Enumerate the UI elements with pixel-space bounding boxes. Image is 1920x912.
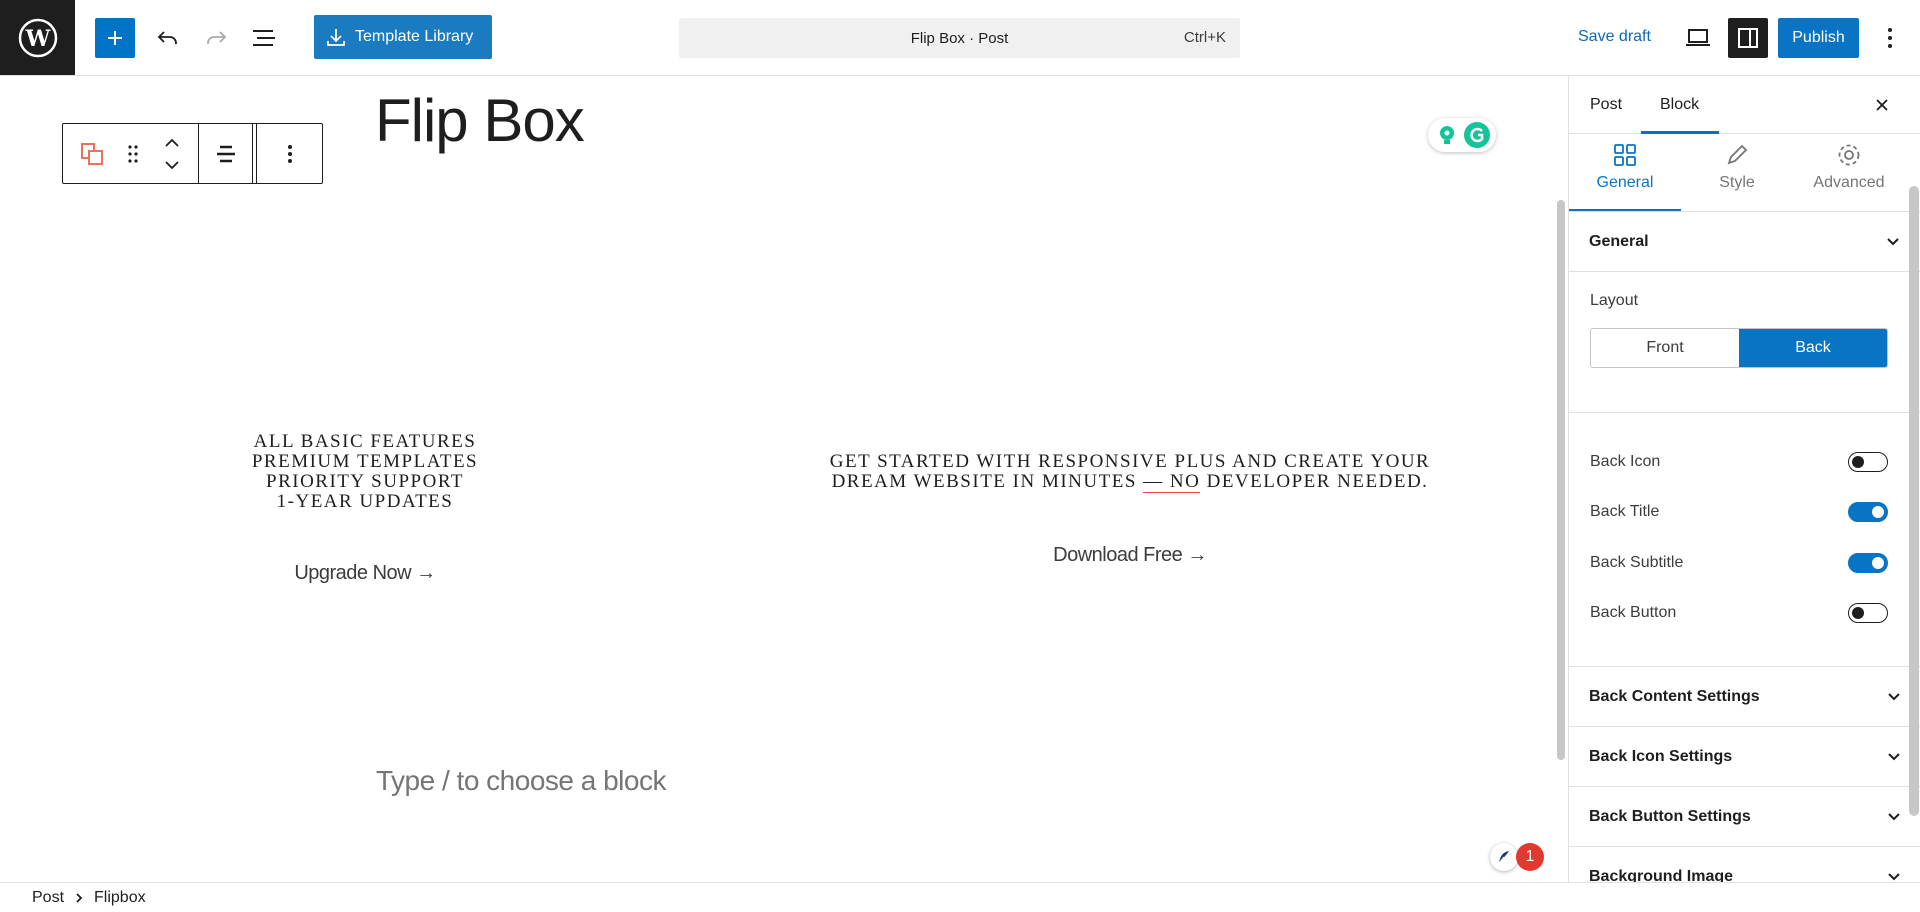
back-subtitle-row: Back Subtitle [1590,551,1888,575]
breadcrumb-root[interactable]: Post [32,889,64,907]
general-panel-toggle[interactable]: General [1569,212,1920,272]
flipbox-right-line-2: DREAM WEBSITE IN MINUTES — NO DEVELOPER … [831,471,1429,493]
notification-widget[interactable]: 1 [1490,842,1550,872]
template-library-label: Template Library [355,28,474,45]
tab-post[interactable]: Post [1590,96,1622,114]
chevron-down-icon [1888,812,1900,820]
feather-icon[interactable] [1490,843,1518,871]
back-title-row: Back Title [1590,500,1888,524]
download-icon [327,29,345,46]
chevron-down-icon [1888,752,1900,760]
inspector-tabs: General Style Advanced [1569,134,1920,212]
undo-icon [157,31,177,44]
options-menu-button[interactable] [1870,18,1910,58]
download-free-button[interactable]: Download Free → [780,544,1480,567]
back-icon-toggle[interactable] [1848,452,1888,472]
back-button-toggle[interactable] [1848,603,1888,623]
feature-line: 1-YEAR UPDATES [276,491,454,512]
document-title: Flip Box · Post [910,29,1009,47]
vertical-ellipsis-icon [287,144,292,163]
layout-switcher: Front Back [1590,328,1888,368]
back-title-toggle[interactable] [1848,502,1888,522]
sidebar-icon [1738,28,1758,48]
block-controls [63,124,199,183]
move-up-down-icon[interactable] [162,134,182,174]
back-button-settings-toggle[interactable]: Back Button Settings [1569,786,1920,846]
tab-block[interactable]: Block [1660,96,1699,114]
block-placeholder[interactable]: Type / to choose a block [376,765,666,797]
redo-icon [207,31,227,44]
align-button[interactable] [199,124,253,183]
back-button-row: Back Button [1590,601,1888,625]
grammarly-icon[interactable] [1464,122,1490,148]
layout-label: Layout [1590,292,1639,309]
command-palette-bar[interactable]: Flip Box · Post Ctrl+K [679,18,1240,58]
block-toolbar [62,123,323,184]
plus-icon [108,31,122,45]
tab-style[interactable]: Style [1681,134,1793,211]
desktop-view-icon [1686,29,1710,46]
redo-button[interactable] [196,18,236,58]
feature-line: ALL BASIC FEATURES [253,431,477,452]
add-block-button[interactable] [95,18,135,58]
upgrade-now-button[interactable]: Upgrade Now → [200,562,530,585]
flipbox-left-content: ALL BASIC FEATURES PREMIUM TEMPLATES PRI… [200,432,530,512]
close-icon [1876,99,1888,111]
back-content-settings-toggle[interactable]: Back Content Settings [1569,666,1920,726]
post-title[interactable]: Flip Box [375,86,585,155]
spellcheck-underline: — NO [1143,471,1201,493]
pencil-icon [1727,144,1748,165]
flipbox-right-line-1: GET STARTED WITH RESPONSIVE PLUS AND CRE… [829,451,1431,472]
flipbox-block-icon[interactable] [79,141,105,167]
align-center-icon [216,145,235,162]
back-icon-settings-toggle[interactable]: Back Icon Settings [1569,726,1920,786]
chevron-down-icon [1888,692,1900,700]
shortcut-hint: Ctrl+K [1183,29,1226,46]
list-view-icon [253,30,275,46]
notification-badge: 1 [1516,843,1544,871]
breadcrumb-current[interactable]: Flipbox [94,889,146,907]
chevron-right-icon [76,892,83,903]
svg-text:W: W [24,26,50,52]
chevron-down-icon [1888,872,1900,880]
preview-button[interactable] [1678,18,1718,58]
vertical-ellipsis-icon [1888,28,1892,48]
canvas-scrollbar[interactable] [1557,200,1565,760]
feature-line: PREMIUM TEMPLATES [251,451,479,472]
undo-button[interactable] [148,18,188,58]
save-draft-button[interactable]: Save draft [1578,28,1651,46]
feature-line: PRIORITY SUPPORT [266,471,464,492]
close-sidebar-button[interactable] [1869,92,1895,118]
back-icon-row: Back Icon [1590,450,1888,474]
settings-sidebar-toggle[interactable] [1728,18,1768,58]
wordpress-logo-icon[interactable]: W [0,0,75,75]
breadcrumb: Post Flipbox [0,882,1920,912]
background-image-toggle[interactable]: Background Image [1569,846,1920,882]
block-options-button[interactable] [257,124,322,183]
layout-front-option[interactable]: Front [1591,329,1739,367]
chevron-down-icon [1887,237,1899,245]
grid-icon [1614,144,1636,166]
editor-canvas: Flip Box ALL BASIC FEATURES PREMIUM TEMP… [0,76,1568,882]
tab-general[interactable]: General [1569,134,1681,211]
settings-sidebar: Post Block General Style Advanced Genera… [1568,76,1920,882]
tab-advanced[interactable]: Advanced [1793,134,1905,211]
drag-handle-icon[interactable] [126,143,140,165]
back-subtitle-toggle[interactable] [1848,553,1888,573]
sidebar-scrollbar[interactable] [1909,186,1919,816]
sidebar-tabs: Post Block [1569,76,1920,134]
document-overview-button[interactable] [244,18,284,58]
publish-button[interactable]: Publish [1778,18,1859,58]
top-toolbar: W Template Library Flip Box · Post Ctrl+… [0,0,1920,76]
flipbox-right-content: GET STARTED WITH RESPONSIVE PLUS AND CRE… [780,451,1480,493]
gear-icon [1838,144,1860,166]
template-library-button[interactable]: Template Library [314,15,492,59]
layout-back-option[interactable]: Back [1739,329,1887,367]
lightbulb-icon[interactable] [1434,122,1460,148]
grammarly-widget[interactable] [1428,118,1496,152]
general-panel: Layout Front Back Back Icon Back Title B… [1569,272,1920,882]
